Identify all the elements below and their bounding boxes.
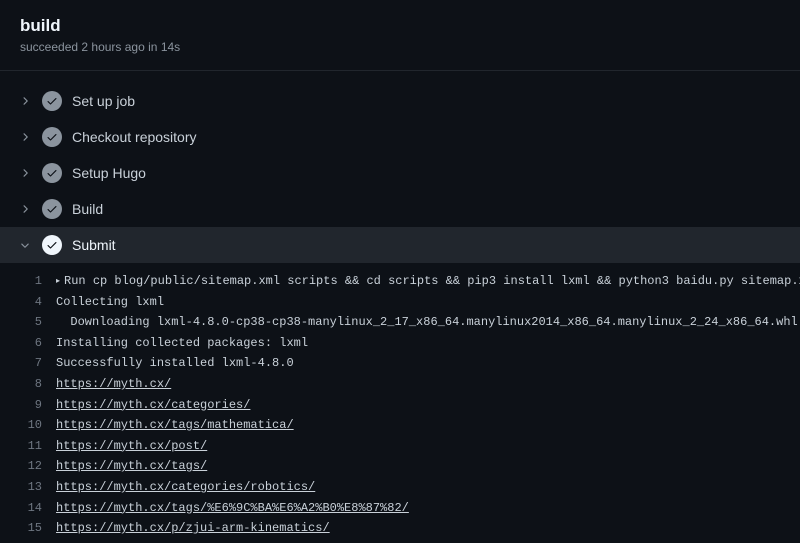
log-line: 14https://myth.cx/tags/%E6%9C%BA%E6%A2%B…: [0, 498, 800, 519]
check-icon: [42, 163, 62, 183]
line-number: 13: [0, 478, 56, 497]
step-row[interactable]: Setup Hugo: [0, 155, 800, 191]
chevron-down-icon: [18, 238, 32, 252]
log-line: 4Collecting lxml: [0, 292, 800, 313]
line-content: https://myth.cx/tags/: [56, 457, 207, 476]
line-number: 6: [0, 334, 56, 353]
chevron-right-icon: [18, 130, 32, 144]
log-link[interactable]: https://myth.cx/: [56, 377, 171, 391]
line-content: https://myth.cx/p/zjui-arm-kinematics/: [56, 519, 330, 538]
line-number: 12: [0, 457, 56, 476]
line-number: 10: [0, 416, 56, 435]
log-link[interactable]: https://myth.cx/categories/: [56, 398, 250, 412]
log-link[interactable]: https://myth.cx/p/zjui-arm-kinematics/: [56, 521, 330, 535]
line-content: Run cp blog/public/sitemap.xml scripts &…: [56, 272, 800, 291]
step-row[interactable]: Checkout repository: [0, 119, 800, 155]
log-output: 1Run cp blog/public/sitemap.xml scripts …: [0, 267, 800, 543]
line-number: 11: [0, 437, 56, 456]
step-name: Build: [72, 201, 103, 217]
line-content: https://myth.cx/categories/robotics/: [56, 478, 315, 497]
step-row[interactable]: Submit: [0, 227, 800, 263]
check-icon: [42, 127, 62, 147]
line-content: https://myth.cx/post/: [56, 437, 207, 456]
line-content: https://myth.cx/: [56, 375, 171, 394]
log-line: 1Run cp blog/public/sitemap.xml scripts …: [0, 271, 800, 292]
log-link[interactable]: https://myth.cx/post/: [56, 439, 207, 453]
chevron-right-icon: [18, 94, 32, 108]
log-line: 5 Downloading lxml-4.8.0-cp38-cp38-manyl…: [0, 312, 800, 333]
divider: [0, 70, 800, 71]
log-line: 6Installing collected packages: lxml: [0, 333, 800, 354]
job-header: build succeeded 2 hours ago in 14s: [0, 0, 800, 66]
job-time-ago: 2 hours ago: [81, 40, 144, 54]
line-content: Installing collected packages: lxml: [56, 334, 308, 353]
line-number: 14: [0, 499, 56, 518]
log-line: 12https://myth.cx/tags/: [0, 456, 800, 477]
log-line: 8https://myth.cx/: [0, 374, 800, 395]
job-status: succeeded: [20, 40, 78, 54]
check-icon: [42, 235, 62, 255]
steps-list: Set up job Checkout repository Setup Hugo B…: [0, 79, 800, 267]
line-number: 4: [0, 293, 56, 312]
log-line: 10https://myth.cx/tags/mathematica/: [0, 415, 800, 436]
step-row[interactable]: Build: [0, 191, 800, 227]
line-content: https://myth.cx/categories/: [56, 396, 250, 415]
check-icon: [42, 199, 62, 219]
log-link[interactable]: https://myth.cx/tags/%E6%9C%BA%E6%A2%B0%…: [56, 501, 409, 515]
line-content: Downloading lxml-4.8.0-cp38-cp38-manylin…: [56, 313, 800, 332]
log-link[interactable]: https://myth.cx/categories/robotics/: [56, 480, 315, 494]
line-content: Collecting lxml: [56, 293, 164, 312]
log-line: 13https://myth.cx/categories/robotics/: [0, 477, 800, 498]
line-number: 9: [0, 396, 56, 415]
line-number: 5: [0, 313, 56, 332]
job-title: build: [20, 16, 780, 36]
step-name: Submit: [72, 237, 116, 253]
line-number: 7: [0, 354, 56, 373]
job-duration-prefix: in: [148, 40, 157, 54]
step-name: Set up job: [72, 93, 135, 109]
log-line: 7Successfully installed lxml-4.8.0: [0, 353, 800, 374]
step-row[interactable]: Set up job: [0, 83, 800, 119]
line-content: Successfully installed lxml-4.8.0: [56, 354, 294, 373]
chevron-right-icon: [18, 202, 32, 216]
line-content: https://myth.cx/tags/mathematica/: [56, 416, 294, 435]
step-name: Checkout repository: [72, 129, 197, 145]
chevron-right-icon: [18, 166, 32, 180]
line-number: 8: [0, 375, 56, 394]
log-line: 15https://myth.cx/p/zjui-arm-kinematics/: [0, 518, 800, 539]
log-link[interactable]: https://myth.cx/tags/: [56, 459, 207, 473]
line-number: 1: [0, 272, 56, 291]
log-link[interactable]: https://myth.cx/tags/mathematica/: [56, 418, 294, 432]
log-line: 9https://myth.cx/categories/: [0, 395, 800, 416]
log-line: 11https://myth.cx/post/: [0, 436, 800, 457]
step-name: Setup Hugo: [72, 165, 146, 181]
check-icon: [42, 91, 62, 111]
line-content: https://myth.cx/tags/%E6%9C%BA%E6%A2%B0%…: [56, 499, 409, 518]
job-duration: 14s: [161, 40, 180, 54]
line-number: 15: [0, 519, 56, 538]
job-meta: succeeded 2 hours ago in 14s: [20, 40, 780, 54]
